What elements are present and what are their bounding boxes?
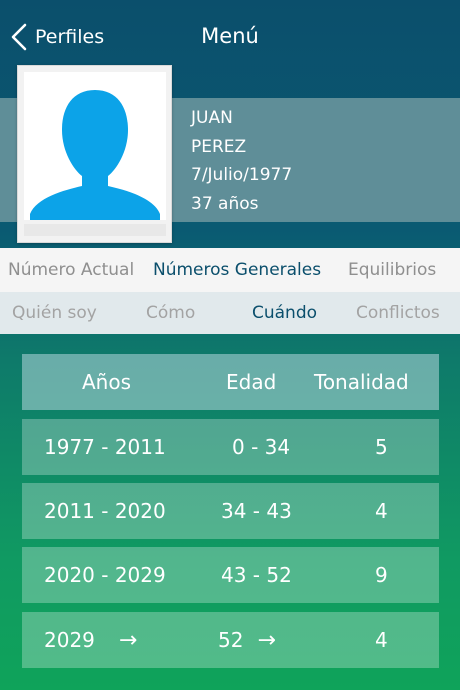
right-arrow-icon: →	[118, 627, 138, 653]
cell-years-value: 2029	[44, 628, 95, 652]
tab-numero-actual[interactable]: Número Actual	[8, 260, 134, 280]
cell-age-value: 52	[218, 628, 244, 652]
tab-quien-soy[interactable]: Quién soy	[12, 303, 97, 323]
table-row[interactable]: 2020 - 2029 43 - 52 9	[22, 547, 439, 603]
profile-info: JUAN PEREZ 7/Julio/1977 37 años	[191, 104, 292, 218]
profile-birth-date: 7/Julio/1977	[191, 165, 293, 185]
person-silhouette-icon	[30, 90, 160, 220]
cell-years: 2020 - 2029	[44, 563, 166, 587]
table-row[interactable]: 1977 - 2011 0 - 34 5	[22, 419, 439, 475]
tab-conflictos[interactable]: Conflictos	[356, 303, 440, 323]
header-tone: Tonalidad	[314, 370, 409, 394]
header-years: Años	[82, 370, 132, 394]
cell-age: 34 - 43	[221, 499, 292, 523]
table-row[interactable]: 2011 - 2020 34 - 43 4	[22, 483, 439, 539]
cell-age: 0 - 34	[232, 435, 291, 459]
cell-years: 2029 →	[44, 612, 137, 668]
cell-years: 1977 - 2011	[44, 435, 166, 459]
table-row[interactable]: 2029 → 52 → 4	[22, 612, 439, 668]
tab-como[interactable]: Cómo	[146, 303, 195, 323]
tab-cuando[interactable]: Cuándo	[252, 303, 317, 323]
tab-equilibrios[interactable]: Equilibrios	[348, 260, 436, 280]
profile-age: 37 años	[191, 193, 259, 214]
table-header-row: Años Edad Tonalidad	[22, 354, 439, 410]
cell-tone: 4	[375, 628, 388, 652]
header-age: Edad	[226, 370, 277, 394]
cell-age: 52 →	[218, 612, 276, 668]
profile-last-name: PEREZ	[191, 136, 247, 157]
avatar-photo	[24, 72, 166, 220]
cell-years: 2011 - 2020	[44, 499, 166, 523]
avatar[interactable]	[17, 65, 172, 243]
profile-first-name: JUAN	[191, 108, 233, 128]
right-arrow-icon: →	[257, 627, 276, 653]
primary-tab-bar: Número Actual Números Generales Equilibr…	[0, 248, 460, 292]
photo-caption-strip	[24, 224, 166, 236]
page-title: Menú	[201, 24, 259, 48]
cell-tone: 9	[375, 563, 388, 587]
tab-numeros-generales[interactable]: Números Generales	[153, 260, 321, 280]
cell-tone: 4	[375, 499, 388, 523]
cell-age: 43 - 52	[221, 563, 292, 587]
cell-tone: 5	[375, 435, 388, 459]
secondary-tab-bar: Quién soy Cómo Cuándo Conflictos	[0, 292, 460, 334]
